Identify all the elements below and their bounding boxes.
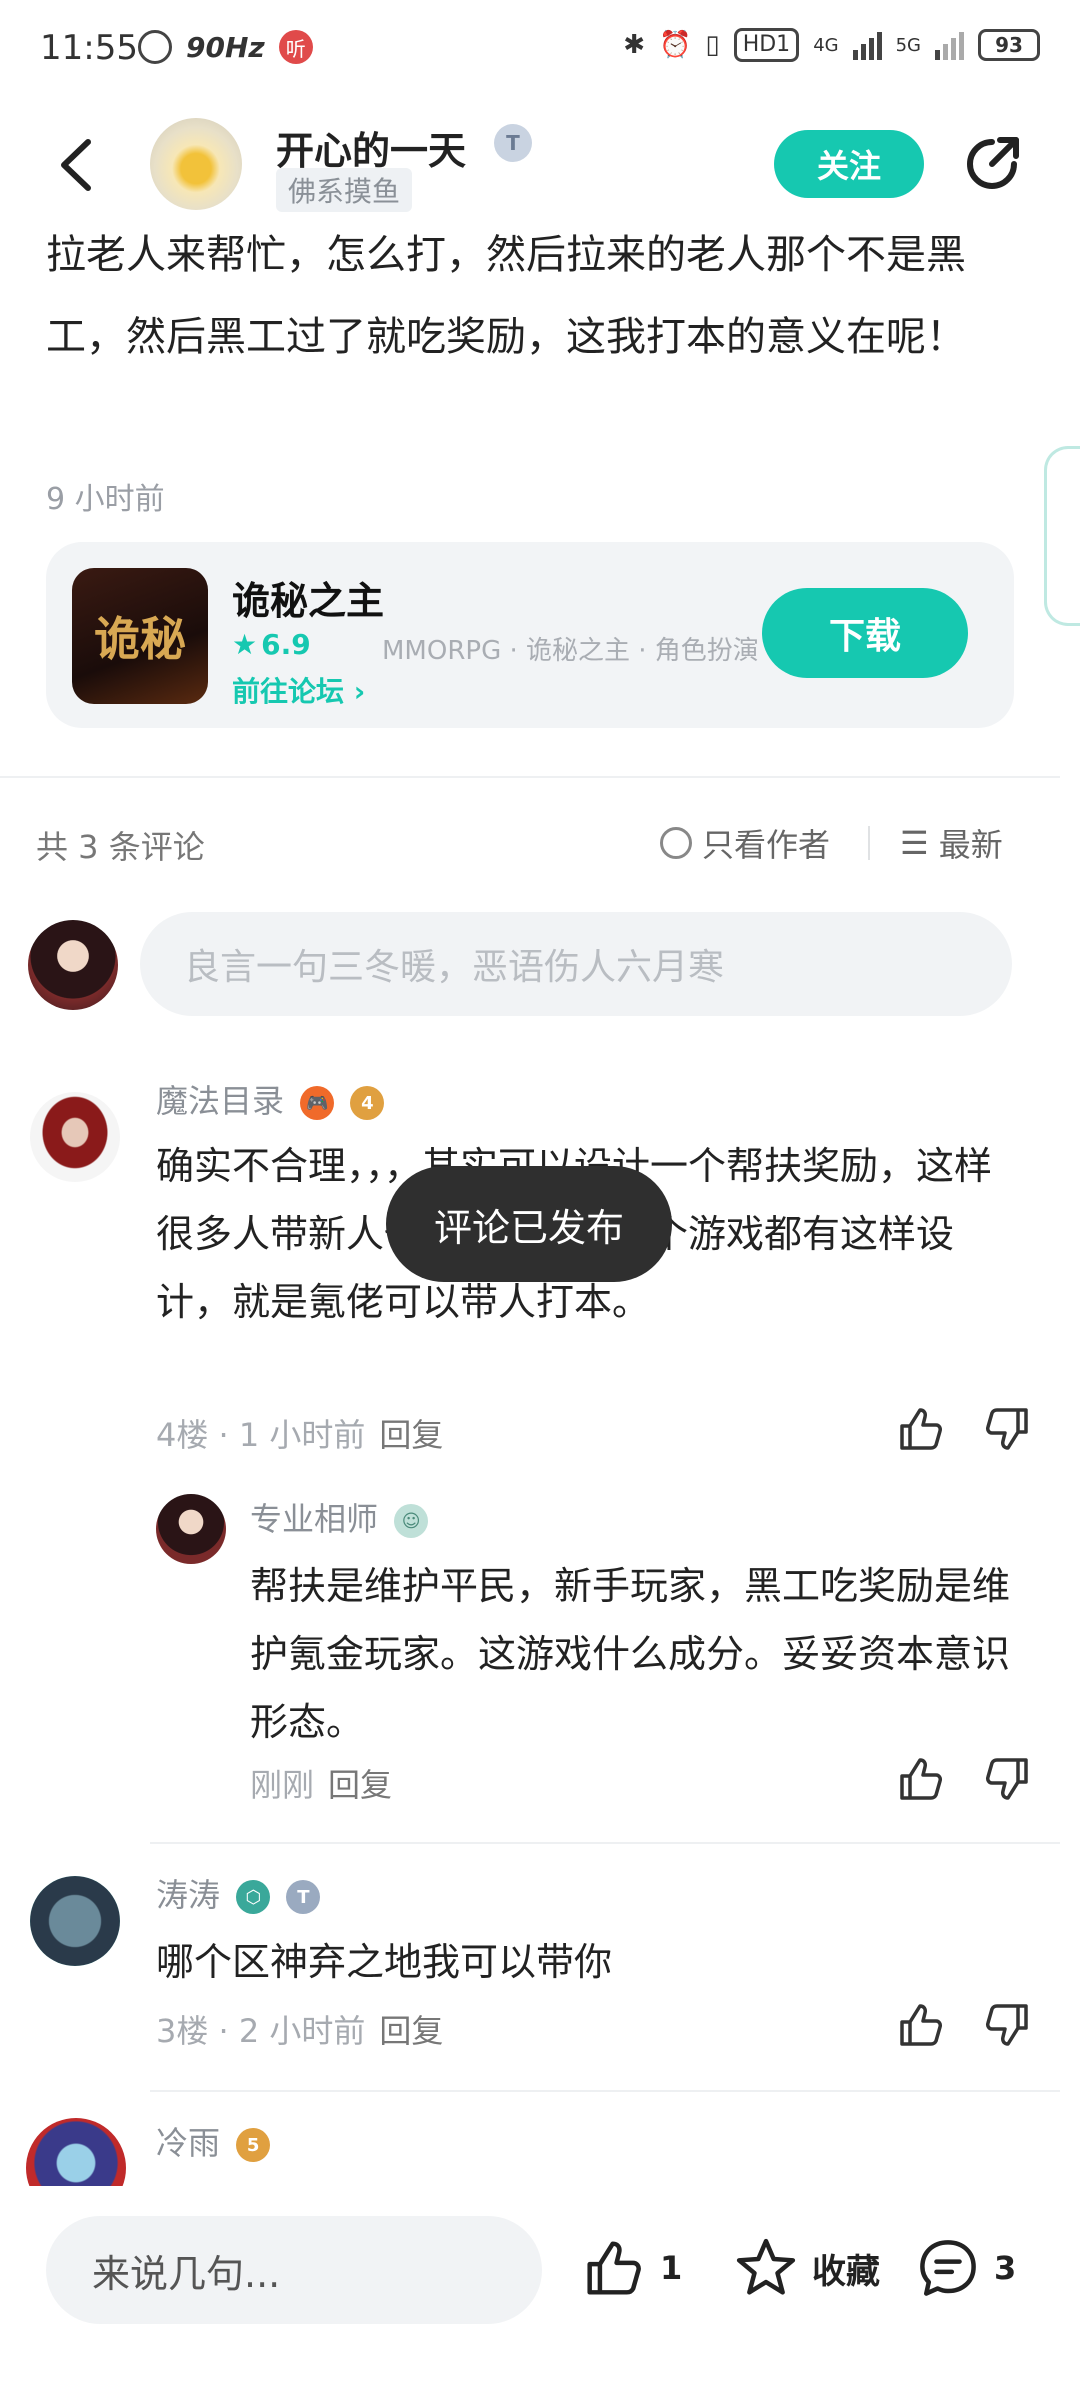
reply-text: 帮扶是维护平民，新手玩家，黑工吃奖励是维护氪金玩家。这游戏什么成分。妥妥资本意识… <box>250 1564 1011 1744</box>
hexagon-badge-icon: ⬡ <box>236 1880 271 1914</box>
game-badge-icon: 🎮 <box>300 1086 335 1120</box>
comment-button[interactable]: 3 <box>916 2236 1016 2300</box>
author-level-icon: T <box>494 124 532 162</box>
post-header: 开心的一天 T 佛系摸鱼 关注 <box>0 110 1080 220</box>
bottom-comment-input[interactable]: 来说几句... <box>46 2216 542 2324</box>
side-floating-tab[interactable] <box>1044 446 1080 626</box>
avatar[interactable] <box>156 1494 226 1564</box>
sort-toggle[interactable]: ☰ 最新 <box>900 820 1003 866</box>
thumbs-down-icon[interactable] <box>982 1404 1032 1454</box>
favorite-button[interactable]: 收藏 <box>734 2236 880 2300</box>
level-badge-icon: T <box>286 1880 321 1914</box>
author-tag: 佛系摸鱼 <box>276 168 413 212</box>
reply-button[interactable]: 回复 <box>379 1416 443 1454</box>
bluetooth-icon: ✱ <box>623 30 646 60</box>
status-bar: 11:55 90Hz 听 ✱ ⏰ ▯ HD1 4G 5G 93 <box>0 0 1080 96</box>
avatar[interactable] <box>30 1876 120 1966</box>
chat-bubble-icon <box>920 2240 976 2296</box>
level-badge: 4 <box>350 1086 385 1120</box>
thumbs-up-icon[interactable] <box>896 2000 946 2050</box>
divider <box>868 826 870 860</box>
hd-icon: HD1 <box>733 28 800 62</box>
share-icon[interactable] <box>960 132 1024 196</box>
comment-text: 哪个区神弃之地我可以带你 <box>156 1940 613 1984</box>
avatar[interactable] <box>30 1092 120 1182</box>
comment-input[interactable]: 良言一句三冬暖，恶语伤人六月寒 <box>140 912 1012 1016</box>
comment-author[interactable]: 涛涛 ⬡ T <box>156 1870 321 1916</box>
game-name: 诡秘之主 <box>232 579 385 623</box>
only-author-toggle[interactable]: 只看作者 <box>660 820 830 866</box>
network-4g-label: 4G <box>813 34 839 56</box>
game-icon: 诡秘 <box>72 568 208 704</box>
reply-meta: 刚刚 回复 <box>250 1766 393 1804</box>
follow-button[interactable]: 关注 <box>774 130 924 198</box>
thumbs-up-icon[interactable] <box>896 1404 946 1454</box>
battery-icon: 93 <box>978 29 1040 61</box>
aperture-icon <box>138 30 172 64</box>
forum-link[interactable]: 前往论坛 › <box>232 670 365 710</box>
level-badge: 5 <box>236 2128 271 2162</box>
back-arrow-icon[interactable] <box>54 136 98 194</box>
comment-meta: 4楼 · 1 小时前 回复 <box>156 1416 444 1454</box>
author-avatar[interactable] <box>150 118 242 210</box>
bottom-action-bar: 来说几句... 1 收藏 3 <box>0 2186 1080 2400</box>
reply-button[interactable]: 回复 <box>379 2012 443 2050</box>
reply-author[interactable]: 专业相师 ☺ <box>250 1494 429 1540</box>
comment-author[interactable]: 冷雨 5 <box>156 2118 271 2164</box>
notification-badge: 听 <box>278 30 313 64</box>
refresh-rate-label: 90Hz <box>186 30 265 64</box>
alarm-icon: ⏰ <box>659 30 692 60</box>
toast-message: 评论已发布 <box>386 1166 672 1282</box>
thumbs-up-icon[interactable] <box>896 1754 946 1804</box>
signal-icon <box>852 30 882 60</box>
thumbs-up-icon <box>587 2241 641 2295</box>
signal-icon-2 <box>935 30 964 60</box>
game-meta: MMORPG · 诡秘之主 · 角色扮演 <box>382 636 759 666</box>
divider <box>0 776 1060 778</box>
download-button[interactable]: 下载 <box>762 588 968 678</box>
sort-icon: ☰ <box>900 824 929 862</box>
like-button[interactable]: 1 <box>582 2236 682 2300</box>
reply-button[interactable]: 回复 <box>328 1766 392 1804</box>
thumbs-down-icon[interactable] <box>982 1754 1032 1804</box>
author-name[interactable]: 开心的一天 <box>276 120 466 175</box>
comment-count: 共 3 条评论 <box>36 828 205 866</box>
star-icon: ★ <box>232 628 258 661</box>
post-time: 9 小时前 <box>46 482 165 517</box>
post-body: 拉老人来帮忙，怎么打，然后拉来的老人那个不是黑工，然后黑工过了就吃奖励，这我打本… <box>46 232 966 360</box>
comment-meta: 3楼 · 2 小时前 回复 <box>156 2012 444 2050</box>
vibrate-icon: ▯ <box>705 30 720 60</box>
chevron-right-icon: › <box>353 675 366 708</box>
radio-circle-icon <box>660 827 692 859</box>
game-rating: ★ 6.9 <box>232 628 311 661</box>
divider <box>150 2090 1060 2092</box>
my-avatar <box>28 920 118 1010</box>
network-5g-label: 5G <box>895 34 921 56</box>
level-badge-icon: ☺ <box>394 1504 429 1538</box>
game-card[interactable]: 诡秘 诡秘之主 ★ 6.9 MMORPG · 诡秘之主 · 角色扮演 前往论坛 ›… <box>46 542 1014 728</box>
status-time: 11:55 <box>40 28 138 68</box>
divider <box>150 1842 1060 1844</box>
thumbs-down-icon[interactable] <box>982 2000 1032 2050</box>
star-icon <box>736 2238 796 2295</box>
comment-author[interactable]: 魔法目录 🎮 4 <box>156 1076 385 1122</box>
